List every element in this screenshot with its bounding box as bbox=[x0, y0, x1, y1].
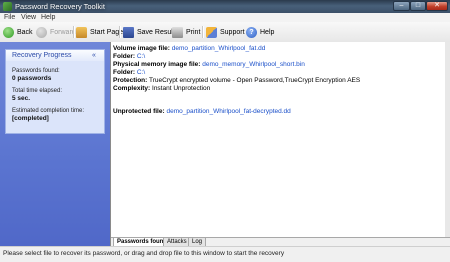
completion-value: [completed] bbox=[12, 115, 49, 122]
status-bar: Please select file to recover its passwo… bbox=[0, 246, 450, 262]
help-icon: ? bbox=[246, 26, 257, 38]
folder-row: Folder: C:\ bbox=[113, 69, 145, 77]
folder-row: Folder: C:\ bbox=[113, 53, 145, 61]
title-bar[interactable]: Password Recovery Toolkit – □ ✕ bbox=[0, 0, 450, 13]
minimize-button[interactable]: – bbox=[393, 1, 410, 11]
unprotected-file-row: Unprotected file: demo_partition_Whirlpo… bbox=[113, 108, 291, 116]
menu-view[interactable]: View bbox=[21, 13, 36, 22]
volume-image-row: Volume image file: demo_partition_Whirlp… bbox=[113, 45, 265, 53]
print-label: Print bbox=[186, 28, 201, 36]
folder-link[interactable]: C:\ bbox=[137, 69, 145, 76]
completion-label: Estimated completion time: bbox=[12, 108, 85, 114]
toolbar-separator bbox=[73, 26, 75, 38]
progress-title: Recovery Progress bbox=[12, 52, 72, 59]
protection-value: TrueCrypt encrypted volume - Open Passwo… bbox=[149, 77, 361, 84]
toolbar: Back Forward Start Page Save Results Pri… bbox=[0, 22, 450, 43]
help-button[interactable]: ? Help bbox=[246, 25, 274, 39]
complexity-row: Complexity: Instant Unprotection bbox=[113, 85, 210, 93]
protection-label: Protection: bbox=[113, 77, 148, 84]
left-panel: Recovery Progress « Passwords found: 0 p… bbox=[0, 42, 111, 246]
app-icon bbox=[3, 2, 12, 11]
menu-help[interactable]: Help bbox=[41, 13, 55, 22]
back-arrow-icon bbox=[3, 26, 14, 38]
save-results-button[interactable]: Save Results bbox=[123, 25, 178, 39]
complexity-value: Instant Unprotection bbox=[152, 85, 211, 92]
unprotected-file-label: Unprotected file: bbox=[113, 108, 165, 115]
time-elapsed-value: 5 sec. bbox=[12, 95, 31, 102]
start-page-button[interactable]: Start Page bbox=[76, 25, 123, 39]
progress-header[interactable]: Recovery Progress « bbox=[6, 50, 104, 61]
results-panel: Volume image file: demo_partition_Whirlp… bbox=[111, 42, 445, 237]
passwords-found-value: 0 passwords bbox=[12, 75, 52, 82]
vertical-scrollbar[interactable] bbox=[445, 42, 450, 237]
forward-button[interactable]: Forward bbox=[36, 25, 76, 39]
collapse-icon[interactable]: « bbox=[92, 51, 96, 60]
back-label: Back bbox=[17, 28, 33, 36]
support-icon bbox=[206, 26, 217, 38]
folder-label: Folder: bbox=[113, 69, 136, 76]
support-label: Support bbox=[220, 28, 245, 36]
window-title: Password Recovery Toolkit bbox=[15, 2, 105, 11]
support-button[interactable]: Support bbox=[206, 25, 245, 39]
save-icon bbox=[123, 26, 134, 38]
home-icon bbox=[76, 26, 87, 38]
time-elapsed-label: Total time elapsed: bbox=[12, 88, 63, 94]
memory-image-row: Physical memory image file: demo_memory_… bbox=[113, 61, 305, 69]
status-text: Please select file to recover its passwo… bbox=[3, 250, 285, 257]
back-button[interactable]: Back bbox=[3, 25, 33, 39]
folder-link[interactable]: C:\ bbox=[137, 53, 145, 60]
memory-image-label: Physical memory image file: bbox=[113, 61, 201, 68]
printer-icon bbox=[172, 26, 183, 38]
unprotected-file-link[interactable]: demo_partition_Whirlpool_fat-decrypted.d… bbox=[166, 108, 290, 115]
passwords-found-label: Passwords found: bbox=[12, 68, 60, 74]
forward-label: Forward bbox=[50, 28, 76, 36]
folder-label: Folder: bbox=[113, 53, 136, 60]
print-button[interactable]: Print bbox=[172, 25, 200, 39]
protection-row: Protection: TrueCrypt encrypted volume -… bbox=[113, 77, 360, 85]
volume-image-label: Volume image file: bbox=[113, 45, 170, 52]
help-label: Help bbox=[260, 28, 275, 36]
memory-image-link[interactable]: demo_memory_Whirlpool_short.bin bbox=[202, 61, 305, 68]
volume-image-link[interactable]: demo_partition_Whirlpool_fat.dd bbox=[172, 45, 266, 52]
maximize-button[interactable]: □ bbox=[410, 1, 426, 11]
recovery-progress-box: Recovery Progress « Passwords found: 0 p… bbox=[5, 49, 105, 134]
menu-file[interactable]: File bbox=[4, 13, 15, 22]
toolbar-separator bbox=[202, 26, 204, 38]
complexity-label: Complexity: bbox=[113, 85, 151, 92]
forward-arrow-icon bbox=[36, 26, 47, 38]
close-button[interactable]: ✕ bbox=[426, 1, 448, 11]
toolbar-separator bbox=[119, 26, 121, 38]
